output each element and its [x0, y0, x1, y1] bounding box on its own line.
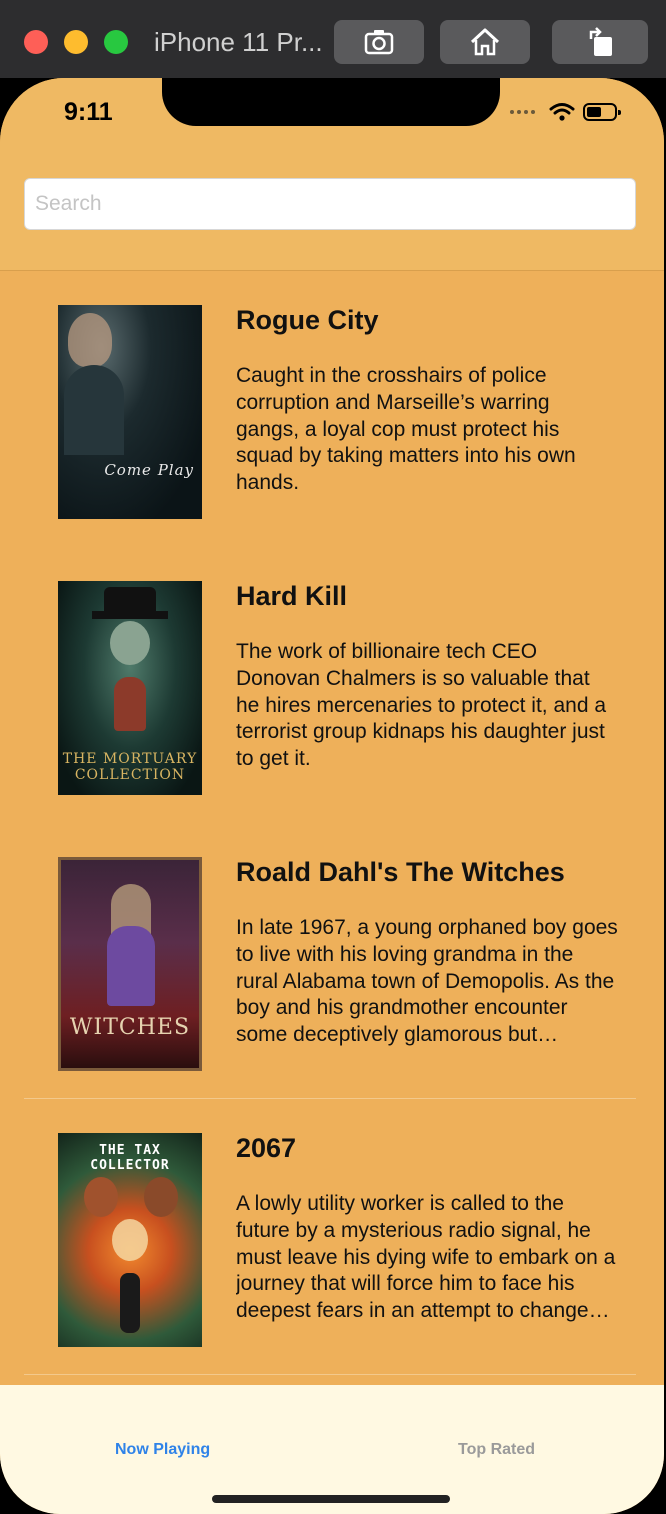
movie-row[interactable]: WITCHES Roald Dahl's The Witches In late… [0, 823, 664, 1099]
movie-overview: The work of billionaire tech CEO Donovan… [236, 640, 607, 771]
rotate-button[interactable] [552, 20, 648, 64]
home-button[interactable] [440, 20, 530, 64]
poster-title-text: THE TAX COLLECTOR [90, 1143, 170, 1173]
movie-row[interactable]: Come Play Rogue City Caught in the cross… [0, 271, 664, 547]
zoom-window-button[interactable] [104, 30, 128, 54]
tab-bar: Now Playing Top Rated [0, 1385, 664, 1514]
camera-icon [364, 30, 394, 55]
window-title: iPhone 11 Pr... [154, 27, 323, 57]
search-input[interactable] [24, 178, 636, 230]
close-window-button[interactable] [24, 30, 48, 54]
minimize-window-button[interactable] [64, 30, 88, 54]
status-indicators [510, 102, 621, 122]
tab-now-playing[interactable]: Now Playing [115, 1441, 210, 1459]
poster-title-text: WITCHES [69, 1015, 191, 1040]
movie-poster: THE MORTUARY COLLECTION [58, 581, 202, 795]
screenshot-button[interactable] [334, 20, 424, 64]
movie-overview: A lowly utility worker is called to the … [236, 1192, 616, 1323]
movie-row[interactable]: THE TAX COLLECTOR 2067 A lowly utility w… [0, 1099, 664, 1375]
movie-list: Come Play Rogue City Caught in the cross… [0, 271, 664, 1375]
poster-title-text: THE MORTUARY COLLECTION [62, 751, 198, 783]
movie-row[interactable]: THE MORTUARY COLLECTION Hard Kill The wo… [0, 547, 664, 823]
signal-dots-icon [510, 110, 535, 114]
home-indicator[interactable] [212, 1495, 450, 1503]
poster-title-text: Come Play [104, 461, 194, 479]
home-icon [470, 28, 500, 56]
battery-icon [583, 103, 621, 121]
movie-title: Roald Dahl's The Witches [236, 857, 565, 887]
wifi-icon [549, 103, 575, 121]
movie-title: 2067 [236, 1133, 297, 1163]
rotate-icon [589, 27, 612, 56]
movie-poster: Come Play [58, 305, 202, 519]
device-notch [162, 78, 500, 126]
movie-poster: WITCHES [58, 857, 202, 1071]
movie-title: Hard Kill [236, 581, 348, 611]
movie-poster: THE TAX COLLECTOR [58, 1133, 202, 1347]
status-time: 9:11 [64, 98, 113, 126]
movie-title: Rogue City [236, 305, 379, 335]
app-screen: 9:11 Come Play Rogue City Caught in the … [0, 78, 664, 1514]
tab-top-rated[interactable]: Top Rated [458, 1441, 535, 1459]
movie-overview: In late 1967, a young orphaned boy goes … [236, 916, 618, 1047]
movie-overview: Caught in the crosshairs of police corru… [236, 364, 576, 495]
device-frame: 9:11 Come Play Rogue City Caught in the … [0, 78, 666, 1514]
simulator-titlebar: iPhone 11 Pr... [0, 0, 666, 82]
